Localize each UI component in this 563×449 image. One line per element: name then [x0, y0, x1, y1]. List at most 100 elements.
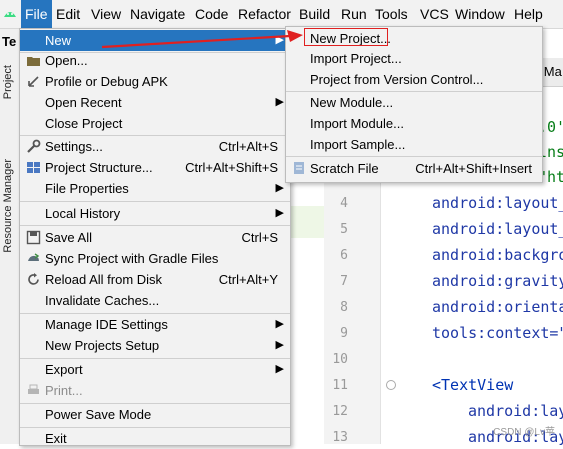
code-line[interactable]: android:backgro	[432, 246, 563, 264]
code-line[interactable]: android:lay	[468, 402, 563, 420]
menu-separator	[20, 201, 290, 202]
menu-item-label: Manage IDE Settings	[45, 317, 168, 332]
submenu-item-import-module[interactable]: Import Module...	[286, 113, 542, 134]
menu-item-label: New Module...	[310, 95, 394, 110]
submenu-arrow-icon: ▶	[275, 318, 284, 330]
menu-item-label: Print...	[45, 383, 83, 398]
shortcut-label: Ctrl+Alt+S	[218, 139, 278, 154]
save-icon	[26, 230, 41, 245]
folder-icon	[26, 53, 41, 68]
menu-separator	[20, 225, 290, 226]
code-line[interactable]: tools:context="	[432, 324, 563, 342]
project-tab-fragment: Te	[2, 34, 17, 49]
menu-item-open-recent[interactable]: Open Recent ▶	[20, 92, 290, 113]
menu-tools[interactable]: Tools	[371, 0, 412, 28]
menu-item-label: Import Module...	[310, 116, 404, 131]
menu-item-label: Profile or Debug APK	[45, 74, 168, 89]
menu-item-close-project[interactable]: Close Project	[20, 113, 290, 134]
menu-item-label: Sync Project with Gradle Files	[45, 251, 219, 266]
menu-navigate[interactable]: Navigate	[126, 0, 189, 28]
menu-item-label: File Properties	[45, 181, 129, 196]
line-number: 4	[340, 196, 348, 211]
annotation-highlight-box	[304, 28, 388, 46]
submenu-item-scratch-file[interactable]: Scratch File Ctrl+Alt+Shift+Insert	[286, 158, 542, 179]
code-line[interactable]: android:gravity	[432, 272, 563, 290]
project-tool-tab[interactable]: Project	[2, 65, 14, 99]
menu-item-sync-gradle[interactable]: Sync Project with Gradle Files	[20, 248, 290, 269]
menu-item-exit[interactable]: Exit	[20, 428, 290, 449]
menu-item-label: Scratch File	[310, 161, 379, 176]
menu-item-reload-from-disk[interactable]: Reload All from Disk Ctrl+Alt+Y	[20, 269, 290, 290]
shortcut-label: Ctrl+Alt+Shift+Insert	[415, 161, 532, 176]
menu-edit[interactable]: Edit	[52, 0, 84, 28]
menu-item-file-properties[interactable]: File Properties ▶	[20, 178, 290, 199]
shortcut-label: Ctrl+Alt+Y	[218, 272, 278, 287]
line-number: 7	[340, 274, 348, 289]
scratch-file-icon	[292, 161, 306, 175]
line-number: 13	[332, 430, 348, 445]
submenu-arrow-icon: ▶	[275, 207, 284, 219]
menu-item-power-save-mode[interactable]: Power Save Mode	[20, 404, 290, 425]
tool-window-strip: Project Resource Manager	[0, 29, 20, 444]
menu-file[interactable]: File	[21, 0, 52, 28]
menu-item-label: Close Project	[45, 116, 123, 131]
submenu-arrow-icon: ▶	[275, 182, 284, 194]
menu-item-label: Exit	[45, 431, 67, 446]
menu-item-project-structure[interactable]: Project Structure... Ctrl+Alt+Shift+S	[20, 157, 290, 178]
menu-item-open[interactable]: Open...	[20, 50, 290, 71]
menu-refactor[interactable]: Refactor	[234, 0, 295, 28]
submenu-item-import-sample[interactable]: Import Sample...	[286, 134, 542, 155]
android-studio-logo-icon	[4, 12, 16, 17]
menu-build[interactable]: Build	[295, 0, 334, 28]
menu-item-export[interactable]: Export ▶	[20, 359, 290, 380]
project-structure-icon	[26, 160, 41, 175]
shortcut-label: Ctrl+S	[241, 230, 278, 245]
menu-item-new-projects-setup[interactable]: New Projects Setup ▶	[20, 335, 290, 356]
new-submenu: New Project... Import Project... Project…	[285, 26, 543, 183]
line-number: 12	[332, 404, 348, 419]
menu-item-settings[interactable]: Settings... Ctrl+Alt+S	[20, 136, 290, 157]
menu-item-local-history[interactable]: Local History ▶	[20, 203, 290, 224]
file-menu-dropdown: New ▶ Open... Profile or Debug APK Open …	[19, 28, 291, 446]
code-line[interactable]: android:layout_	[432, 220, 563, 238]
menu-item-label: Power Save Mode	[45, 407, 152, 422]
gradle-sync-icon	[26, 251, 41, 266]
menu-item-manage-ide-settings[interactable]: Manage IDE Settings ▶	[20, 314, 290, 335]
submenu-item-project-from-vcs[interactable]: Project from Version Control...	[286, 69, 542, 90]
fold-marker-icon[interactable]	[386, 380, 396, 390]
menu-item-label: Import Project...	[310, 51, 402, 66]
menu-item-label: Settings...	[45, 139, 103, 154]
menu-window[interactable]: Window	[451, 0, 509, 28]
menu-item-profile-debug-apk[interactable]: Profile or Debug APK	[20, 71, 290, 92]
resource-manager-tool-tab[interactable]: Resource Manager	[2, 159, 14, 253]
submenu-item-import-project[interactable]: Import Project...	[286, 48, 542, 69]
menu-help[interactable]: Help	[510, 0, 547, 28]
line-number: 11	[332, 378, 348, 393]
menu-item-label: Invalidate Caches...	[45, 293, 160, 308]
submenu-arrow-icon: ▶	[275, 96, 284, 108]
menu-run[interactable]: Run	[337, 0, 371, 28]
menu-separator	[286, 156, 542, 157]
reload-icon	[26, 272, 41, 287]
menu-view[interactable]: View	[87, 0, 125, 28]
menu-item-label: Project Structure...	[45, 160, 153, 175]
menu-item-label: Import Sample...	[310, 137, 406, 152]
menu-item-label: New Projects Setup	[45, 338, 160, 353]
code-line[interactable]: <TextView	[432, 376, 513, 394]
shortcut-label: Ctrl+Alt+Shift+S	[185, 160, 278, 175]
print-icon	[26, 383, 41, 398]
line-number: 5	[340, 222, 348, 237]
menu-code[interactable]: Code	[191, 0, 232, 28]
submenu-item-new-module[interactable]: New Module...	[286, 92, 542, 113]
code-line[interactable]: android:orienta	[432, 298, 563, 316]
menu-item-label: Reload All from Disk	[45, 272, 163, 287]
wrench-icon	[26, 139, 41, 154]
watermark: CSDN @Lv苹	[493, 427, 555, 438]
code-line[interactable]: android:layout_	[432, 194, 563, 212]
menu-vcs[interactable]: VCS	[416, 0, 453, 28]
menu-item-save-all[interactable]: Save All Ctrl+S	[20, 227, 290, 248]
annotation-arrow-icon	[101, 30, 303, 49]
diff-marker	[290, 206, 324, 238]
debug-apk-icon	[26, 74, 41, 89]
menu-item-invalidate-caches[interactable]: Invalidate Caches...	[20, 290, 290, 311]
